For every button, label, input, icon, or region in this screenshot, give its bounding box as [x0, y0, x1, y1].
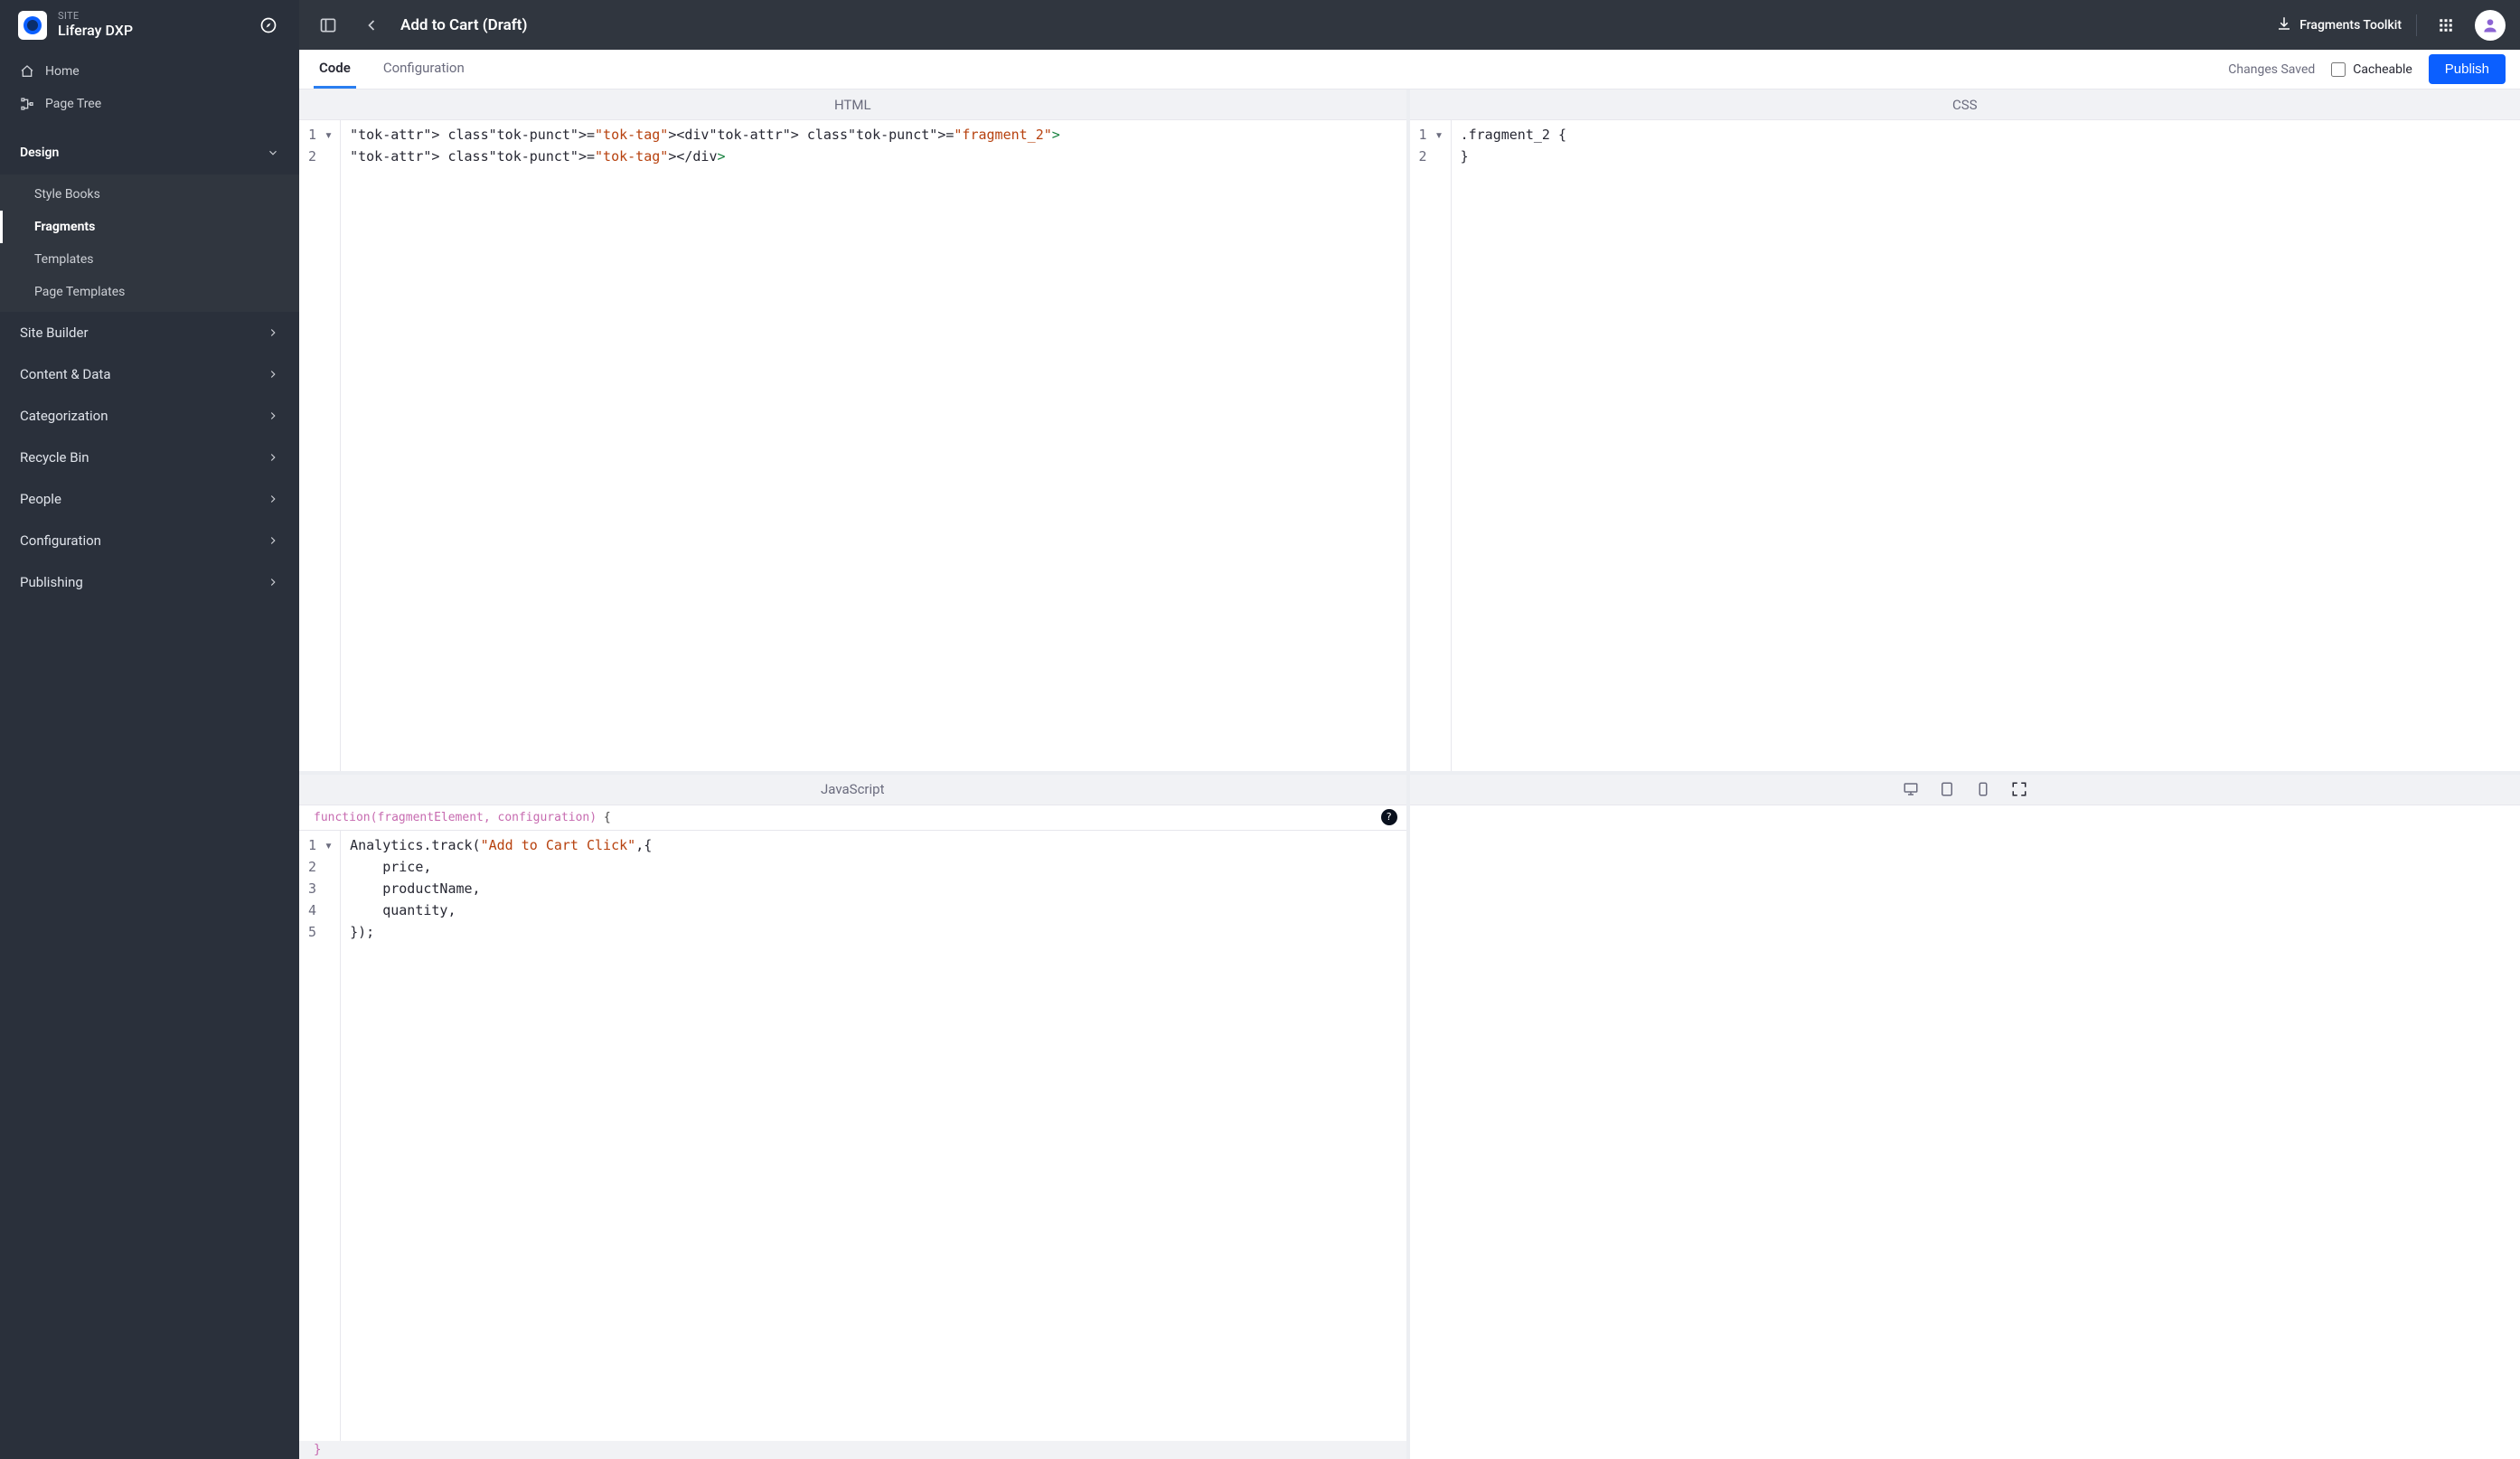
topbar: Add to Cart (Draft) Fragments Toolkit — [299, 0, 2520, 50]
compass-icon[interactable] — [254, 11, 283, 40]
sidebar-item-label: Home — [45, 64, 80, 79]
js-function-close: } — [299, 1441, 1406, 1459]
pane-javascript: JavaScript function(fragmentElement, con… — [299, 775, 1410, 1459]
sidebar: SITE Liferay DXP Home Page Tree Design — [0, 0, 299, 1459]
sidebar-item-fragments[interactable]: Fragments — [0, 211, 299, 243]
tab-code[interactable]: Code — [314, 50, 356, 89]
sidebar-section-label: Recycle Bin — [20, 449, 89, 466]
sidebar-section-label: Categorization — [20, 408, 108, 424]
sidebar-section-categorization[interactable]: Categorization — [0, 395, 299, 437]
sidebar-section-publishing[interactable]: Publishing — [0, 561, 299, 603]
preview-tablet-icon[interactable] — [1939, 781, 1955, 797]
page-tree-icon — [20, 97, 34, 111]
chevron-right-icon — [267, 534, 279, 547]
sidebar-item-templates[interactable]: Templates — [0, 243, 299, 276]
sidebar-item-home[interactable]: Home — [0, 55, 299, 88]
fragments-toolkit-label: Fragments Toolkit — [2299, 18, 2402, 33]
pane-css: CSS 1 ▾2 .fragment_2 {} — [1410, 89, 2520, 775]
chevron-right-icon — [267, 493, 279, 505]
sidebar-item-label: Page Templates — [34, 285, 125, 299]
sidebar-section-label: Configuration — [20, 532, 101, 549]
tab-configuration[interactable]: Configuration — [378, 50, 470, 89]
chevron-right-icon — [267, 326, 279, 339]
preview-body — [1410, 805, 2520, 1459]
sidebar-section-site-builder[interactable]: Site Builder — [0, 312, 299, 353]
pane-html-header: HTML — [299, 89, 1406, 120]
pane-css-header: CSS — [1410, 89, 2520, 120]
js-editor[interactable]: 1 ▾2 3 4 5 Analytics.track("Add to Cart … — [299, 831, 1406, 1442]
cacheable-toggle[interactable]: Cacheable — [2331, 50, 2412, 89]
nav-quick: Home Page Tree — [0, 50, 299, 131]
sidebar-item-label: Templates — [34, 252, 94, 267]
tab-label: Configuration — [383, 60, 465, 76]
chevron-right-icon — [267, 368, 279, 381]
sidebar-section-label: Content & Data — [20, 366, 111, 382]
chevron-right-icon — [267, 451, 279, 464]
chevron-right-icon — [267, 409, 279, 422]
sidebar-item-page-tree[interactable]: Page Tree — [0, 88, 299, 120]
preview-device-bar — [1410, 775, 2520, 805]
sidebar-item-label: Style Books — [34, 187, 100, 202]
subtoolbar: Code Configuration Changes Saved Cacheab… — [299, 50, 2520, 89]
js-function-wrapper: function(fragmentElement, configuration)… — [299, 805, 1406, 831]
apps-grid-icon[interactable] — [2431, 11, 2460, 40]
download-icon — [2276, 15, 2292, 35]
preview-desktop-icon[interactable] — [1903, 781, 1919, 797]
fragments-toolkit-button[interactable]: Fragments Toolkit — [2276, 15, 2402, 35]
sidebar-design-subitems: Style Books Fragments Templates Page Tem… — [0, 174, 299, 312]
chevron-right-icon — [267, 576, 279, 588]
save-status: Changes Saved — [2228, 62, 2315, 77]
sidebar-section-people[interactable]: People — [0, 478, 299, 520]
cacheable-checkbox[interactable] — [2331, 62, 2346, 77]
sidebar-section-label: Site Builder — [20, 325, 89, 341]
tab-label: Code — [319, 60, 351, 76]
topbar-divider — [2416, 14, 2417, 36]
sidebar-section-recycle-bin[interactable]: Recycle Bin — [0, 437, 299, 478]
preview-mobile-icon[interactable] — [1975, 781, 1991, 797]
sidebar-section-configuration[interactable]: Configuration — [0, 520, 299, 561]
preview-expand-icon[interactable] — [2011, 781, 2027, 797]
pane-js-header: JavaScript — [299, 775, 1406, 805]
back-button[interactable] — [357, 11, 386, 40]
publish-button[interactable]: Publish — [2429, 54, 2506, 84]
sidebar-section-content-data[interactable]: Content & Data — [0, 353, 299, 395]
html-editor[interactable]: 1 ▾2 "tok-attr"> class"tok-punct">="tok-… — [299, 120, 1406, 771]
home-icon — [20, 64, 34, 79]
sidebar-section-label: Design — [20, 146, 59, 160]
site-label: SITE — [58, 11, 133, 23]
help-icon[interactable]: ? — [1381, 809, 1397, 825]
chevron-down-icon — [267, 146, 279, 159]
site-header: SITE Liferay DXP — [0, 0, 299, 50]
sidebar-section-design[interactable]: Design — [0, 131, 299, 174]
sidebar-section-label: People — [20, 491, 61, 507]
sidebar-section-label: Publishing — [20, 574, 83, 590]
sidebar-item-style-books[interactable]: Style Books — [0, 178, 299, 211]
sidebar-item-page-templates[interactable]: Page Templates — [0, 276, 299, 308]
avatar[interactable] — [2475, 10, 2506, 41]
liferay-logo — [18, 11, 47, 40]
pane-preview — [1410, 775, 2520, 1459]
css-editor[interactable]: 1 ▾2 .fragment_2 {} — [1410, 120, 2520, 771]
toggle-sidebar-icon[interactable] — [314, 11, 343, 40]
pane-html: HTML 1 ▾2 "tok-attr"> class"tok-punct">=… — [299, 89, 1410, 775]
page-title: Add to Cart (Draft) — [400, 16, 527, 34]
site-name: Liferay DXP — [58, 23, 133, 39]
sidebar-item-label: Page Tree — [45, 97, 101, 111]
sidebar-item-label: Fragments — [34, 220, 95, 234]
cacheable-label: Cacheable — [2353, 62, 2412, 77]
editor-tabs: Code Configuration — [314, 50, 470, 89]
editor-grid: HTML 1 ▾2 "tok-attr"> class"tok-punct">=… — [299, 89, 2520, 1459]
